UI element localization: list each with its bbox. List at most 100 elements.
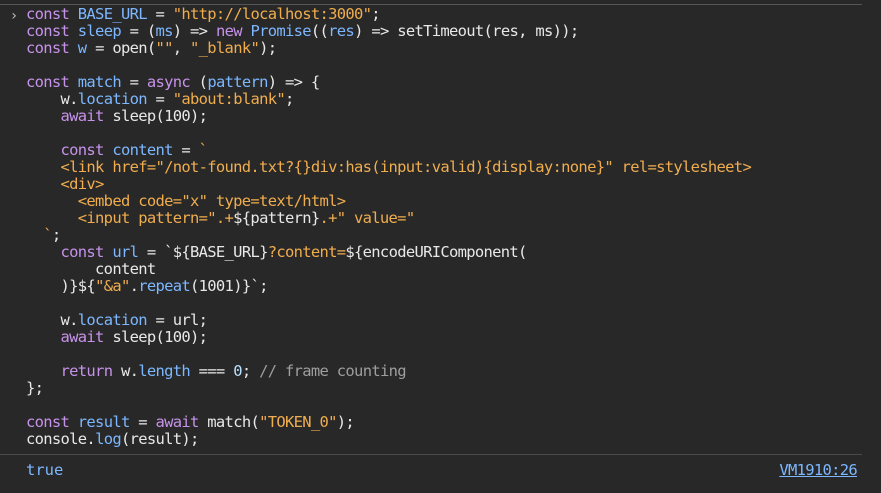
code-token: ; <box>241 362 260 380</box>
code-token: const <box>26 22 78 40</box>
code-token: const <box>60 141 113 159</box>
code-token: sleep(100); <box>112 107 208 125</box>
code-token: )}${ <box>26 277 96 295</box>
code-token: <input pattern=".+ <box>26 209 234 227</box>
code-line: return w.length === 0; // frame counting <box>26 362 407 380</box>
code-token: pattern <box>207 73 268 91</box>
code-token: content <box>26 260 156 278</box>
code-line: `; <box>26 226 61 244</box>
code-token: "http://localhost:3000" <box>172 5 372 23</box>
code-line: <embed code="x" type=text/html> <box>26 192 346 210</box>
code-token: res <box>328 22 355 40</box>
code-token: = ( <box>120 22 157 40</box>
code-token: content <box>112 141 173 159</box>
code-token: (result); <box>120 430 199 448</box>
console-divider <box>0 454 862 455</box>
code-token: ; <box>284 90 294 108</box>
code-token: length <box>138 362 191 380</box>
code-line: <div> <box>26 175 105 193</box>
code-token: 0 <box>233 362 242 380</box>
code-token: sleep(100); <box>112 328 208 346</box>
code-token: new <box>215 22 251 40</box>
code-token: = open( <box>86 39 156 57</box>
code-token: (( <box>310 22 329 40</box>
code-token: ; <box>51 226 61 244</box>
code-token: ms <box>155 22 174 40</box>
code-token: ?content= <box>267 243 346 261</box>
code-token: match( <box>207 413 260 431</box>
code-token: ` <box>26 226 52 244</box>
code-token: const <box>26 413 78 431</box>
code-token: "_blank" <box>190 39 260 57</box>
code-token: location <box>77 311 148 329</box>
code-line: const content = ` <box>26 141 208 159</box>
code-token: ); <box>336 413 355 431</box>
code-token: match <box>77 73 122 91</box>
code-token: ) => <box>172 22 216 40</box>
code-token: location <box>77 90 148 108</box>
code-token: ; <box>371 5 380 23</box>
code-token: = <box>146 90 173 108</box>
code-token: = <box>172 141 199 159</box>
code-token: await <box>155 413 208 431</box>
code-token: ); <box>259 39 277 57</box>
code-token: BASE_URL <box>77 5 148 23</box>
code-token: === <box>190 362 234 380</box>
code-token: ${pattern} <box>233 209 320 227</box>
code-token: result <box>77 413 130 431</box>
code-line: }; <box>26 379 44 397</box>
code-token: = <box>146 5 173 23</box>
code-block[interactable]: const BASE_URL = "http://localhost:3000"… <box>26 5 752 448</box>
code-line: w.location = "about:blank"; <box>26 90 295 108</box>
code-token: . <box>129 277 139 295</box>
code-line: <link href="/not-found.txt?{}div:has(inp… <box>26 158 752 176</box>
console-result-row: true VM1910:26 <box>0 460 881 482</box>
code-token: url <box>112 243 139 261</box>
code-token: ) => { <box>267 73 320 91</box>
code-token: ) => setTimeout(res, ms)); <box>354 22 579 40</box>
code-token: Promise <box>250 22 311 40</box>
source-location-link[interactable]: VM1910:26 <box>779 460 857 480</box>
code-token: const <box>26 39 78 57</box>
code-line: console.log(result); <box>26 430 199 448</box>
code-token: await <box>60 328 113 346</box>
code-token: }; <box>26 379 44 397</box>
code-token: w. <box>26 90 79 108</box>
code-token: return <box>60 362 121 380</box>
code-token: ${encodeURIComponent( <box>345 243 527 261</box>
code-token: <link href="/not-found.txt?{}div:has(inp… <box>26 158 752 176</box>
code-token: console. <box>26 430 96 448</box>
chevron-right-icon[interactable]: › <box>8 8 20 25</box>
code-token: (1001)}`; <box>190 277 268 295</box>
code-token: = `${BASE_URL} <box>138 243 269 261</box>
code-token: = <box>129 413 156 431</box>
code-token: w. <box>26 311 79 329</box>
code-token: // frame counting <box>259 362 406 380</box>
code-line: const url = `${BASE_URL}?content=${encod… <box>26 243 528 261</box>
code-token: log <box>95 430 122 448</box>
code-line: const BASE_URL = "http://localhost:3000"… <box>26 5 381 23</box>
code-token: <embed code="x" type=text/html> <box>26 192 346 210</box>
code-token: "TOKEN_0" <box>259 413 337 431</box>
code-token: w. <box>120 362 139 380</box>
code-line: const match = async (pattern) => { <box>26 73 320 91</box>
code-token: sleep <box>77 22 122 40</box>
code-line: const w = open("", "_blank"); <box>26 39 277 57</box>
code-token: <div> <box>26 175 105 193</box>
code-line: <input pattern=".+${pattern}.+" value=" <box>26 209 416 227</box>
result-value: true <box>26 461 64 479</box>
code-line: w.location = url; <box>26 311 208 329</box>
code-line: )}${"&a".repeat(1001)}`; <box>26 277 269 295</box>
code-token: const <box>26 73 78 91</box>
code-token: , <box>172 39 191 57</box>
code-token: .+" value=" <box>319 209 416 227</box>
code-token: ` <box>198 141 208 159</box>
code-line: const sleep = (ms) => new Promise((res) … <box>26 22 579 40</box>
code-token: "&a" <box>95 277 130 295</box>
code-token: = url; <box>146 311 208 329</box>
